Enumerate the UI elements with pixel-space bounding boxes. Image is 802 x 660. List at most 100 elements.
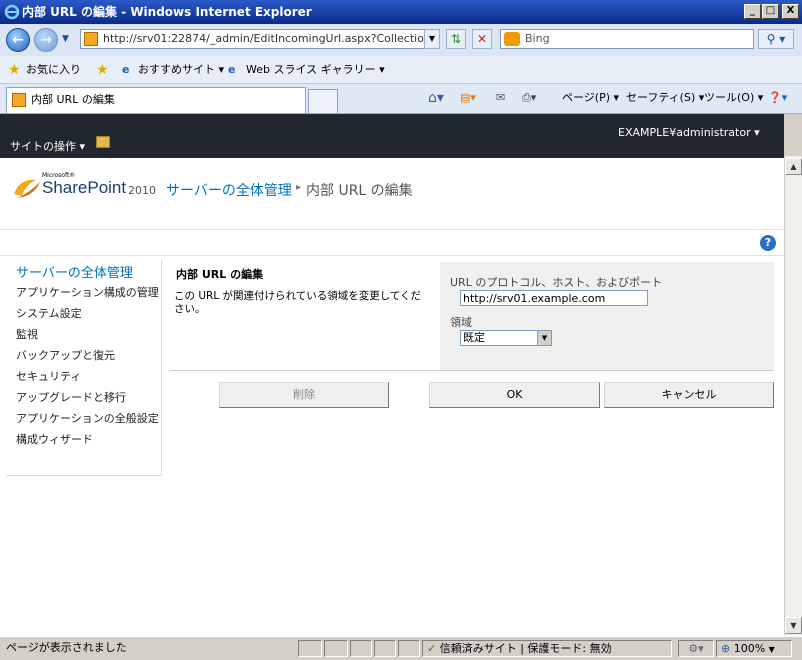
zoom-dropdown-icon: ▼ — [768, 645, 775, 654]
window-title: 内部 URL の編集 - Windows Internet Explorer — [22, 5, 312, 19]
nav-monitoring[interactable]: 監視 — [16, 326, 38, 342]
ok-button[interactable]: OK — [429, 382, 600, 408]
search-input[interactable]: Bing — [500, 29, 754, 49]
search-placeholder: Bing — [525, 32, 550, 45]
trusted-check-icon: ✓ — [427, 642, 437, 655]
help-row: ? — [0, 230, 784, 256]
feeds-icon[interactable]: ▤▾ — [460, 84, 476, 112]
favorites-star-icon: ★ — [8, 62, 21, 78]
status-bar: ページが表示されました ✓ 信頼済みサイト | 保護モード: 無効 ⚙▾ ⊕ 1… — [0, 636, 802, 660]
help-icon[interactable]: ? — [760, 235, 776, 251]
address-bar[interactable]: http://srv01:22874/_admin/EditIncomingUr… — [80, 29, 440, 49]
nav-upgrade-migration[interactable]: アップグレードと移行 — [16, 389, 126, 405]
scroll-down-arrow-icon[interactable]: ▼ — [785, 617, 802, 634]
logo-product-text: SharePoint — [42, 178, 127, 197]
scroll-up-arrow-icon[interactable]: ▲ — [785, 158, 802, 175]
search-icon: ⚲ ▾ — [766, 32, 786, 46]
nav-general-app-settings[interactable]: アプリケーションの全般設定 — [16, 410, 159, 426]
tab-label: 内部 URL の編集 — [31, 93, 115, 106]
vertical-scrollbar[interactable]: ▲ ▼ — [784, 156, 802, 636]
safety-menu[interactable]: セーフティ(S) ▾ — [626, 84, 704, 112]
form-section-description: 内部 URL の編集 この URL が関連付けられている領域を変更してください。 — [170, 262, 440, 370]
quick-launch: サーバーの全体管理 アプリケーション構成の管理 システム設定 監視 バックアップ… — [6, 260, 162, 476]
section-title: 内部 URL の編集 — [176, 268, 264, 281]
title-area: Microsoft® SharePoint 2010 サーバーの全体管理 ▸ 内… — [0, 158, 784, 230]
status-cell — [324, 640, 348, 657]
tab-bar: 内部 URL の編集 ⌂▾ ▤▾ ✉ ⎙▾ ページ(P) ▾ セーフティ(S) … — [0, 84, 802, 114]
suggested-sites-link[interactable]: おすすめサイト ▾ — [138, 56, 224, 84]
nav-heading-central-admin[interactable]: サーバーの全体管理 — [16, 262, 133, 281]
favorites-button[interactable]: お気に入り — [26, 56, 81, 84]
add-to-favorites-bar-icon[interactable]: ★ — [96, 56, 109, 84]
status-cell — [298, 640, 322, 657]
address-dropdown-icon[interactable]: ▼ — [424, 29, 440, 49]
minimize-button[interactable]: _ — [744, 4, 761, 19]
forward-button[interactable]: → — [34, 28, 58, 52]
tab-edit-internal-url[interactable]: 内部 URL の編集 — [6, 87, 306, 113]
edit-url-form: 内部 URL の編集 この URL が関連付けられている領域を変更してください。… — [170, 262, 774, 370]
cancel-button[interactable]: キャンセル — [604, 382, 774, 408]
favorites-bar: ★ お気に入り ★ e おすすめサイト ▾ e Web スライス ギャラリー ▾ — [0, 56, 802, 84]
nav-security[interactable]: セキュリティ — [16, 368, 81, 384]
compatibility-view-icon[interactable]: ⇅ — [446, 29, 466, 49]
page-content: サイトの操作 ▾ EXAMPLE¥administrator ▾ Microso… — [0, 114, 784, 636]
sharepoint-swirl-icon — [14, 179, 40, 198]
status-cell — [374, 640, 396, 657]
zone-dropdown-arrow-icon[interactable]: ▼ — [537, 331, 551, 345]
ie-logo-icon — [4, 4, 20, 20]
status-text: ページが表示されました — [6, 641, 127, 654]
zoom-value: 100% — [733, 642, 766, 655]
home-icon[interactable]: ⌂▾ — [428, 84, 444, 112]
bing-logo-icon — [504, 32, 520, 46]
tab-favicon-icon — [12, 93, 26, 107]
page-menu[interactable]: ページ(P) ▾ — [562, 84, 619, 112]
recent-pages-dropdown-icon[interactable]: ▼ — [62, 34, 69, 44]
window-title-bar[interactable]: 内部 URL の編集 - Windows Internet Explorer _… — [0, 0, 802, 24]
ie-page-icon: e — [122, 63, 130, 76]
nav-system-settings[interactable]: システム設定 — [16, 305, 82, 321]
section-description: この URL が関連付けられている領域を変更してください。 — [174, 290, 422, 315]
zoom-control[interactable]: ⊕ 100% ▼ — [716, 640, 792, 657]
zoom-icon: ⊕ — [721, 642, 731, 655]
help-menu-icon[interactable]: ❓▾ — [768, 84, 787, 112]
sharepoint-ribbon: サイトの操作 ▾ EXAMPLE¥administrator ▾ — [0, 114, 784, 158]
url-text: http://srv01:22874/_admin/EditIncomingUr… — [103, 32, 440, 45]
logo-year-text: 2010 — [128, 184, 156, 197]
zone-select[interactable]: 既定 ▼ — [460, 330, 552, 346]
zone-label: 領域 — [450, 316, 472, 329]
back-arrow-icon: ← — [12, 32, 24, 48]
address-toolbar: ← → ▼ http://srv01:22874/_admin/EditInco… — [0, 24, 802, 56]
sharepoint-favicon-icon — [84, 32, 98, 46]
status-cell — [398, 640, 420, 657]
back-button[interactable]: ← — [6, 28, 30, 52]
web-slice-gallery-link[interactable]: Web スライス ギャラリー ▾ — [246, 56, 385, 84]
zone-selected-value: 既定 — [463, 331, 485, 344]
read-mail-icon[interactable]: ✉ — [496, 84, 505, 112]
close-window-button[interactable]: X — [782, 4, 799, 19]
security-zone-cell[interactable]: ✓ 信頼済みサイト | 保護モード: 無効 — [422, 640, 672, 657]
forward-arrow-icon: → — [40, 32, 52, 48]
url-label: URL のプロトコル、ホスト、およびポート — [450, 276, 663, 289]
protected-mode-icon[interactable]: ⚙▾ — [678, 640, 714, 657]
stop-icon[interactable]: ✕ — [472, 29, 492, 49]
breadcrumb-central-admin-link[interactable]: サーバーの全体管理 — [166, 180, 292, 200]
search-button[interactable]: ⚲ ▾ — [758, 29, 794, 49]
tools-menu[interactable]: ツール(O) ▾ — [704, 84, 763, 112]
page-title: 内部 URL の編集 — [306, 183, 413, 199]
nav-application-management[interactable]: アプリケーション構成の管理 — [16, 284, 159, 300]
print-icon[interactable]: ⎙▾ — [522, 84, 536, 112]
nav-backup-restore[interactable]: バックアップと復元 — [16, 347, 115, 363]
form-section-fields: URL のプロトコル、ホスト、およびポート 領域 既定 ▼ — [440, 262, 774, 370]
breadcrumb-separator: ▸ — [296, 182, 302, 193]
new-tab-button[interactable] — [308, 89, 338, 113]
site-actions-menu[interactable]: サイトの操作 ▾ — [10, 138, 85, 154]
navigate-up-icon[interactable] — [96, 136, 110, 148]
status-cell — [350, 640, 372, 657]
delete-button[interactable]: 削除 — [219, 382, 389, 408]
maximize-button[interactable]: □ — [762, 4, 779, 19]
form-divider — [170, 370, 774, 371]
web-slice-icon: e — [228, 63, 236, 76]
url-input[interactable] — [460, 290, 648, 306]
nav-configuration-wizards[interactable]: 構成ウィザード — [16, 431, 93, 447]
user-menu[interactable]: EXAMPLE¥administrator ▾ — [618, 126, 760, 139]
